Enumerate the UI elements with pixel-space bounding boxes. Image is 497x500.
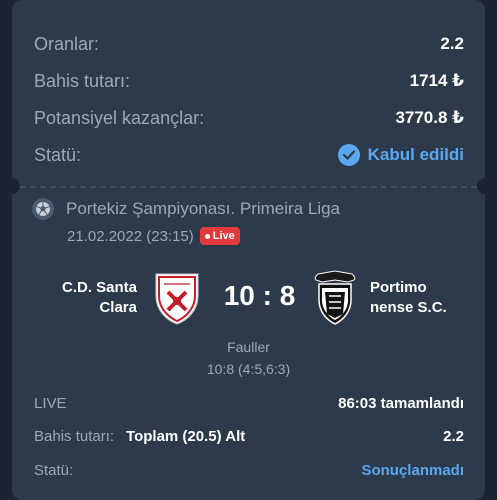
league-row: Portekiz Şampiyonası. Primeira Liga [32,198,340,220]
status-value: Kabul edildi [367,145,464,164]
bet-selection: Toplam (20.5) Alt [126,427,246,445]
match-datetime: 21.02.2022 (23:15) [67,227,194,245]
stake-row: Bahis tutarı: 1714 ₺ [34,67,464,95]
santa-clara-crest-icon [152,270,202,326]
bet-status-row: Statü: Sonuçlanmadı [34,459,464,481]
match-datetime-row: 21.02.2022 (23:15) Live [67,227,240,245]
live-badge-label: Live [212,230,235,242]
league-name: Portekiz Şampiyonası. Primeira Liga [66,199,341,218]
bet-selection-row: Bahis tutarı: Toplam (20.5) Alt 2.2 [34,425,464,447]
match-time-status: 86:03 tamamlandı [338,394,464,412]
check-circle-icon [337,144,360,166]
potential-winnings-value: 3770.8 ₺ [395,108,464,127]
bet-odds: 2.2 [443,427,464,445]
live-dot-icon [204,233,210,239]
live-state-label: LIVE [34,394,67,412]
odds-label: Oranlar: [34,33,100,54]
football-icon [32,198,54,220]
bet-status-value[interactable]: Sonuçlanmadı [361,462,464,479]
potential-winnings-row: Potansiyel kazançlar: 3770.8 ₺ [34,104,464,132]
odds-row: Oranlar: 2.2 [34,30,464,58]
odds-value: 2.2 [440,34,464,53]
status-row: Statü: Kabul edildi [34,141,464,169]
ticket-divider [20,186,477,188]
match-score: 10 : 8 [223,280,296,311]
home-team-name: C.D. Santa Clara [61,279,137,316]
bet-card: Oranlar: 2.2 Bahis tutarı: 1714 ₺ Potans… [12,0,485,500]
live-badge: Live [199,227,240,245]
portimonense-crest-icon [310,270,360,326]
status-accepted: Kabul edildi [337,144,464,166]
bet-selection-group: Bahis tutarı: Toplam (20.5) Alt [34,428,245,445]
ticket-notch-right [477,178,485,194]
bet-summary: Oranlar: 2.2 Bahis tutarı: 1714 ₺ Potans… [12,0,485,186]
stake-label: Bahis tutarı: [34,70,131,91]
away-team-name: Portimo nense S.C. [370,279,447,316]
stake-value: 1714 ₺ [409,71,464,90]
live-state-row: LIVE 86:03 tamamlandı [34,392,464,414]
bet-stake-label: Bahis tutarı: [34,427,115,445]
fouls-value: 10:8 (4:5,6:3) [206,361,291,377]
status-label: Statü: [34,144,82,165]
fouls-label: Fauller [227,339,270,355]
potential-winnings-label: Potansiyel kazançlar: [34,107,205,128]
bet-status-label: Statü: [34,461,74,479]
